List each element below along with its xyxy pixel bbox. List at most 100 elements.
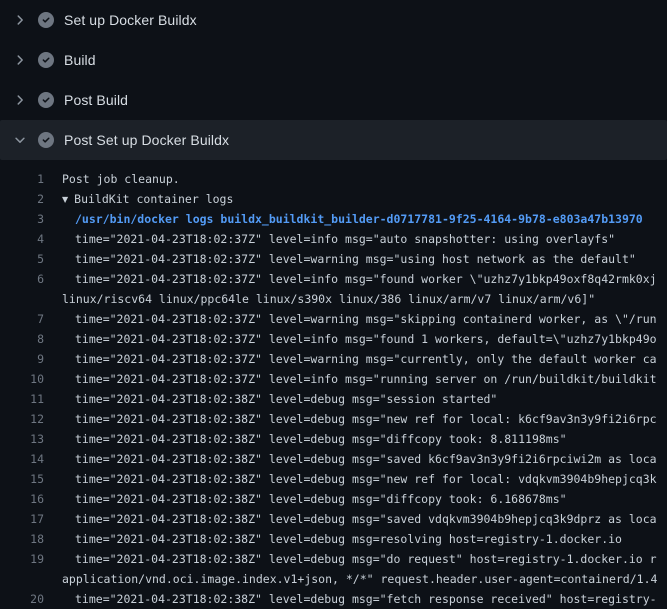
check-circle-icon (38, 132, 54, 148)
log-text-content: time="2021-04-23T18:02:37Z" level=warnin… (75, 352, 657, 366)
check-circle-icon (38, 12, 54, 28)
log-text-content: time="2021-04-23T18:02:38Z" level=debug … (75, 472, 657, 486)
log-line: 4 time="2021-04-23T18:02:37Z" level=info… (0, 229, 667, 249)
log-text-content: time="2021-04-23T18:02:37Z" level=warnin… (75, 312, 657, 326)
step-label: Post Build (64, 92, 128, 108)
line-number[interactable]: 5 (0, 249, 44, 269)
log-line: 13 time="2021-04-23T18:02:38Z" level=deb… (0, 429, 667, 449)
log-text: time="2021-04-23T18:02:37Z" level=info m… (44, 369, 657, 389)
log-line: 20 time="2021-04-23T18:02:38Z" level=deb… (0, 589, 667, 609)
line-number[interactable]: 10 (0, 369, 44, 389)
step-row[interactable]: Set up Docker Buildx (0, 0, 667, 40)
log-text-content: time="2021-04-23T18:02:38Z" level=debug … (75, 532, 622, 546)
log-text: time="2021-04-23T18:02:37Z" level=info m… (44, 269, 657, 289)
log-text: time="2021-04-23T18:02:38Z" level=debug … (44, 389, 497, 409)
log-text-content: time="2021-04-23T18:02:37Z" level=info m… (75, 272, 657, 286)
chevron-right-icon[interactable] (12, 92, 28, 108)
log-line: 6 time="2021-04-23T18:02:37Z" level=info… (0, 269, 667, 289)
collapse-triangle-icon[interactable]: ▼ (62, 190, 68, 209)
chevron-right-icon[interactable] (12, 52, 28, 68)
log-line: 7 time="2021-04-23T18:02:37Z" level=warn… (0, 309, 667, 329)
line-number[interactable]: 14 (0, 449, 44, 469)
line-number[interactable]: 9 (0, 349, 44, 369)
steps-section: Set up Docker Buildx Build Post Buil (0, 0, 667, 160)
line-number[interactable]: 6 (0, 269, 44, 289)
log-text: application/vnd.oci.image.index.v1+json,… (44, 569, 657, 589)
line-number[interactable] (0, 569, 44, 589)
line-number[interactable]: 20 (0, 589, 44, 609)
log-text-content: time="2021-04-23T18:02:37Z" level=warnin… (75, 252, 636, 266)
line-number[interactable]: 7 (0, 309, 44, 329)
log-text: time="2021-04-23T18:02:38Z" level=debug … (44, 489, 567, 509)
log-text-content: time="2021-04-23T18:02:38Z" level=debug … (75, 512, 657, 526)
log-text: time="2021-04-23T18:02:37Z" level=warnin… (44, 349, 657, 369)
log-text-content: time="2021-04-23T18:02:37Z" level=info m… (75, 232, 615, 246)
line-number[interactable]: 18 (0, 529, 44, 549)
chevron-right-icon[interactable] (12, 12, 28, 28)
line-number[interactable]: 3 (0, 209, 44, 229)
log-text-content: time="2021-04-23T18:02:37Z" level=info m… (75, 372, 657, 386)
log-line: 2 ▼BuildKit container logs (0, 189, 667, 209)
log-line: 19 time="2021-04-23T18:02:38Z" level=deb… (0, 549, 667, 569)
log-text-content: time="2021-04-23T18:02:38Z" level=debug … (75, 592, 657, 606)
step-label: Build (64, 52, 96, 68)
log-text: time="2021-04-23T18:02:37Z" level=warnin… (44, 249, 636, 269)
line-number[interactable]: 17 (0, 509, 44, 529)
log-text: time="2021-04-23T18:02:38Z" level=debug … (44, 409, 657, 429)
log-line: 17 time="2021-04-23T18:02:38Z" level=deb… (0, 509, 667, 529)
chevron-down-icon[interactable] (12, 132, 28, 148)
log-text-content: time="2021-04-23T18:02:38Z" level=debug … (75, 412, 657, 426)
log-text: time="2021-04-23T18:02:38Z" level=debug … (44, 509, 657, 529)
log-text: Post job cleanup. (44, 169, 180, 189)
log-text: linux/riscv64 linux/ppc64le linux/s390x … (44, 289, 595, 309)
log-text: time="2021-04-23T18:02:38Z" level=debug … (44, 529, 622, 549)
log-text: time="2021-04-23T18:02:38Z" level=debug … (44, 589, 657, 609)
line-number[interactable]: 12 (0, 409, 44, 429)
log-line: 1 Post job cleanup. (0, 169, 667, 189)
line-number[interactable]: 16 (0, 489, 44, 509)
log-line: 5 time="2021-04-23T18:02:37Z" level=warn… (0, 249, 667, 269)
log-text: time="2021-04-23T18:02:38Z" level=debug … (44, 469, 657, 489)
log-line: 11 time="2021-04-23T18:02:38Z" level=deb… (0, 389, 667, 409)
step-label: Post Set up Docker Buildx (64, 132, 229, 148)
log-text-content: time="2021-04-23T18:02:37Z" level=info m… (75, 332, 657, 346)
log-text: time="2021-04-23T18:02:38Z" level=debug … (44, 549, 657, 569)
log-line: application/vnd.oci.image.index.v1+json,… (0, 569, 667, 589)
log-line: linux/riscv64 linux/ppc64le linux/s390x … (0, 289, 667, 309)
line-number[interactable] (0, 289, 44, 309)
log-text-content: time="2021-04-23T18:02:38Z" level=debug … (75, 552, 657, 566)
log-line: 15 time="2021-04-23T18:02:38Z" level=deb… (0, 469, 667, 489)
log-scroll-area[interactable]: 1 Post job cleanup. 2 ▼BuildKit containe… (0, 160, 667, 609)
line-number[interactable]: 1 (0, 169, 44, 189)
log-line: 16 time="2021-04-23T18:02:38Z" level=deb… (0, 489, 667, 509)
log-text: time="2021-04-23T18:02:37Z" level=info m… (44, 229, 615, 249)
log-line: 9 time="2021-04-23T18:02:37Z" level=warn… (0, 349, 667, 369)
log-text-content: time="2021-04-23T18:02:38Z" level=debug … (75, 432, 567, 446)
log-text-content: Post job cleanup. (62, 172, 180, 186)
log-line: 8 time="2021-04-23T18:02:37Z" level=info… (0, 329, 667, 349)
log-line: 18 time="2021-04-23T18:02:38Z" level=deb… (0, 529, 667, 549)
log-line: 3 /usr/bin/docker logs buildx_buildkit_b… (0, 209, 667, 229)
step-row[interactable]: Build (0, 40, 667, 80)
log-line: 10 time="2021-04-23T18:02:37Z" level=inf… (0, 369, 667, 389)
log-text-content: application/vnd.oci.image.index.v1+json,… (62, 572, 657, 586)
step-row[interactable]: Post Build (0, 80, 667, 120)
log-text-content: time="2021-04-23T18:02:38Z" level=debug … (75, 492, 567, 506)
log-text: time="2021-04-23T18:02:38Z" level=debug … (44, 429, 567, 449)
log-text: ▼BuildKit container logs (44, 189, 233, 209)
check-circle-icon (38, 52, 54, 68)
line-number[interactable]: 19 (0, 549, 44, 569)
log-text: /usr/bin/docker logs buildx_buildkit_bui… (44, 209, 643, 229)
log-line: 12 time="2021-04-23T18:02:38Z" level=deb… (0, 409, 667, 429)
log-text: time="2021-04-23T18:02:38Z" level=debug … (44, 449, 657, 469)
line-number[interactable]: 2 (0, 189, 44, 209)
line-number[interactable]: 8 (0, 329, 44, 349)
step-label: Set up Docker Buildx (64, 12, 197, 28)
line-number[interactable]: 15 (0, 469, 44, 489)
line-number[interactable]: 13 (0, 429, 44, 449)
step-row[interactable]: Post Set up Docker Buildx (0, 120, 667, 160)
log-text: time="2021-04-23T18:02:37Z" level=info m… (44, 329, 657, 349)
log-text-content: linux/riscv64 linux/ppc64le linux/s390x … (62, 292, 595, 306)
line-number[interactable]: 11 (0, 389, 44, 409)
line-number[interactable]: 4 (0, 229, 44, 249)
